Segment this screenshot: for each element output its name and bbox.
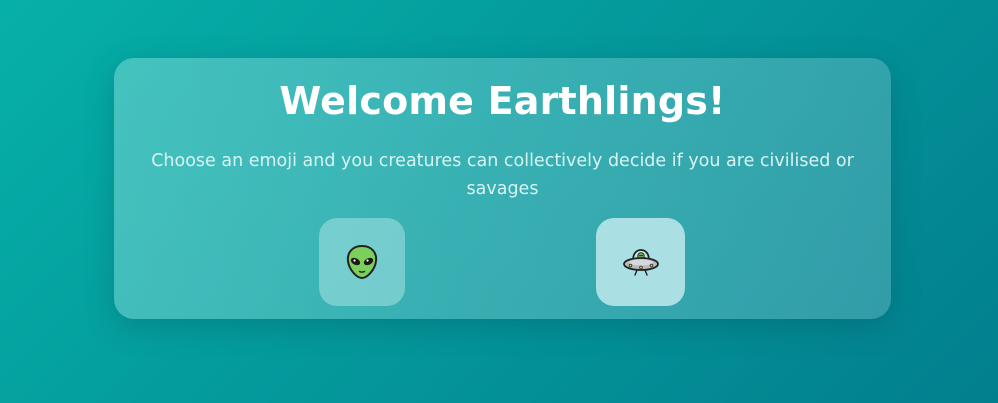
ufo-emoji-button[interactable] xyxy=(596,218,685,306)
page-title: Welcome Earthlings! xyxy=(279,79,726,123)
ufo-icon xyxy=(622,246,660,278)
page-subtitle: Choose an emoji and you creatures can co… xyxy=(151,151,854,199)
welcome-card: Welcome Earthlings! Choose an emoji and … xyxy=(114,58,891,319)
alien-icon xyxy=(345,244,379,280)
alien-emoji-button[interactable] xyxy=(319,218,405,306)
